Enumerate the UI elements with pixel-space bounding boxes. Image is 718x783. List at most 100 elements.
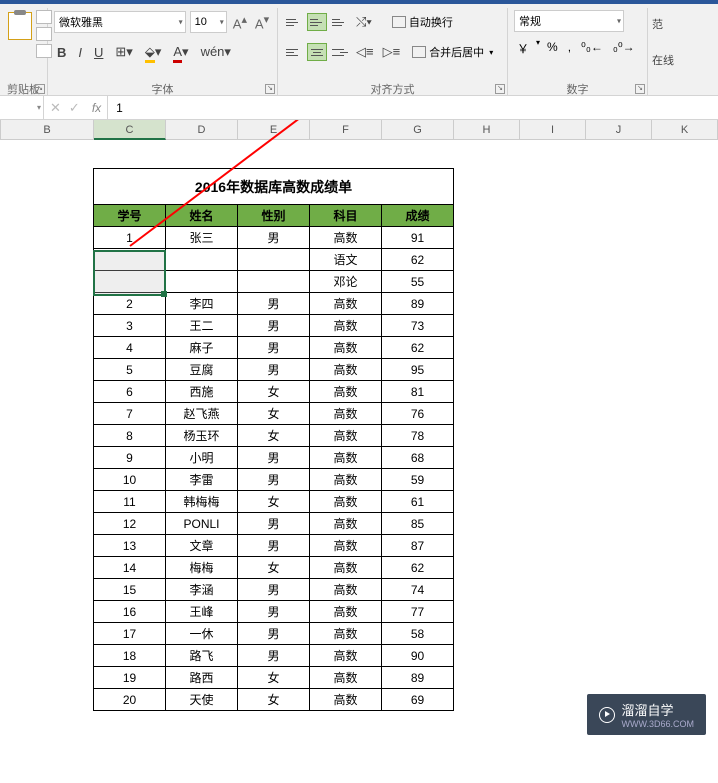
italic-button[interactable]: I (75, 43, 85, 62)
table-cell[interactable]: 17 (94, 623, 166, 645)
underline-button[interactable]: U (91, 43, 106, 62)
align-top-button[interactable] (284, 13, 304, 31)
table-cell[interactable]: 11 (94, 491, 166, 513)
table-cell[interactable]: 7 (94, 403, 166, 425)
table-cell[interactable]: 女 (238, 557, 310, 579)
table-cell[interactable]: 小明 (166, 447, 238, 469)
table-cell[interactable]: 69 (382, 689, 454, 711)
table-cell[interactable]: 王峰 (166, 601, 238, 623)
column-header-g[interactable]: G (382, 120, 454, 140)
table-cell[interactable]: 路飞 (166, 645, 238, 667)
align-bottom-button[interactable] (330, 13, 350, 31)
table-cell[interactable]: 62 (382, 337, 454, 359)
table-cell[interactable]: PONLI (166, 513, 238, 535)
decrease-font-button[interactable]: A▾ (253, 13, 271, 31)
currency-button[interactable]: ￥ (514, 38, 532, 59)
table-cell[interactable]: 女 (238, 491, 310, 513)
table-cell[interactable]: 张三 (166, 227, 238, 249)
table-cell[interactable] (94, 249, 166, 271)
table-cell[interactable]: 一休 (166, 623, 238, 645)
table-cell[interactable]: 女 (238, 425, 310, 447)
table-cell[interactable]: 天使 (166, 689, 238, 711)
table-cell[interactable]: 西施 (166, 381, 238, 403)
font-size-select[interactable]: 10 ▾ (190, 11, 227, 33)
table-header[interactable]: 科目 (310, 205, 382, 227)
table-cell[interactable]: 男 (238, 359, 310, 381)
table-cell[interactable]: 女 (238, 689, 310, 711)
table-cell[interactable]: 高数 (310, 381, 382, 403)
table-cell[interactable]: 8 (94, 425, 166, 447)
table-cell[interactable]: 女 (238, 667, 310, 689)
table-cell[interactable]: 19 (94, 667, 166, 689)
table-cell[interactable]: 高数 (310, 337, 382, 359)
table-cell[interactable]: 邓论 (310, 271, 382, 293)
table-cell[interactable]: 麻子 (166, 337, 238, 359)
table-cell[interactable]: 高数 (310, 579, 382, 601)
table-cell[interactable]: 高数 (310, 645, 382, 667)
orientation-button[interactable]: ⤭▾ (353, 12, 375, 32)
table-cell[interactable]: 高数 (310, 425, 382, 447)
table-cell[interactable]: 12 (94, 513, 166, 535)
paste-button[interactable] (6, 10, 34, 58)
border-button[interactable]: ⊞▾ (112, 42, 135, 62)
table-cell[interactable]: 高数 (310, 491, 382, 513)
table-cell[interactable]: 高数 (310, 667, 382, 689)
table-cell[interactable]: 62 (382, 557, 454, 579)
table-cell[interactable]: 高数 (310, 469, 382, 491)
table-cell[interactable]: 男 (238, 535, 310, 557)
name-box[interactable] (0, 96, 44, 119)
number-launcher[interactable]: ↘ (635, 84, 645, 94)
table-cell[interactable]: 男 (238, 315, 310, 337)
table-cell[interactable]: 男 (238, 623, 310, 645)
font-launcher[interactable]: ↘ (265, 84, 275, 94)
table-cell[interactable]: 高数 (310, 689, 382, 711)
number-format-select[interactable]: 常规 ▾ (514, 10, 624, 32)
table-cell[interactable]: 男 (238, 469, 310, 491)
fx-label[interactable]: fx (86, 96, 108, 119)
table-cell[interactable]: 文章 (166, 535, 238, 557)
font-name-select[interactable]: 微软雅黑 ▾ (54, 11, 186, 33)
table-header[interactable]: 姓名 (166, 205, 238, 227)
table-cell[interactable]: 高数 (310, 447, 382, 469)
confirm-icon[interactable]: ✓ (69, 100, 80, 116)
formula-input[interactable]: 1 (108, 101, 718, 115)
decrease-decimal-button[interactable]: ₀⁰→ (610, 38, 638, 59)
clipboard-launcher[interactable]: ↘ (35, 84, 45, 94)
table-cell[interactable]: 85 (382, 513, 454, 535)
table-cell[interactable]: 62 (382, 249, 454, 271)
bold-button[interactable]: B (54, 43, 69, 62)
table-cell[interactable]: 高数 (310, 359, 382, 381)
table-cell[interactable]: 韩梅梅 (166, 491, 238, 513)
percent-button[interactable]: % (544, 38, 561, 59)
column-header-j[interactable]: J (586, 120, 652, 140)
table-cell[interactable]: 14 (94, 557, 166, 579)
table-cell[interactable]: 李涵 (166, 579, 238, 601)
decrease-indent-button[interactable]: ◁≡ (353, 42, 377, 62)
table-cell[interactable]: 91 (382, 227, 454, 249)
table-cell[interactable]: 73 (382, 315, 454, 337)
cancel-icon[interactable]: ✕ (50, 100, 61, 116)
table-cell[interactable]: 高数 (310, 601, 382, 623)
table-cell[interactable]: 90 (382, 645, 454, 667)
table-cell[interactable]: 55 (382, 271, 454, 293)
table-cell[interactable]: 95 (382, 359, 454, 381)
table-cell[interactable]: 61 (382, 491, 454, 513)
table-cell[interactable]: 高数 (310, 623, 382, 645)
table-cell[interactable]: 5 (94, 359, 166, 381)
table-cell[interactable]: 20 (94, 689, 166, 711)
table-cell[interactable]: 男 (238, 337, 310, 359)
align-center-button[interactable] (307, 43, 327, 61)
table-cell[interactable]: 男 (238, 579, 310, 601)
table-cell[interactable]: 10 (94, 469, 166, 491)
table-cell[interactable]: 王二 (166, 315, 238, 337)
column-header-h[interactable]: H (454, 120, 520, 140)
increase-decimal-button[interactable]: ⁰₀← (578, 38, 606, 59)
align-left-button[interactable] (284, 43, 304, 61)
table-cell[interactable] (94, 271, 166, 293)
table-cell[interactable]: 76 (382, 403, 454, 425)
column-header-f[interactable]: F (310, 120, 382, 140)
table-cell[interactable]: 高数 (310, 513, 382, 535)
table-cell[interactable]: 2 (94, 293, 166, 315)
table-cell[interactable]: 杨玉环 (166, 425, 238, 447)
table-cell[interactable]: 男 (238, 293, 310, 315)
